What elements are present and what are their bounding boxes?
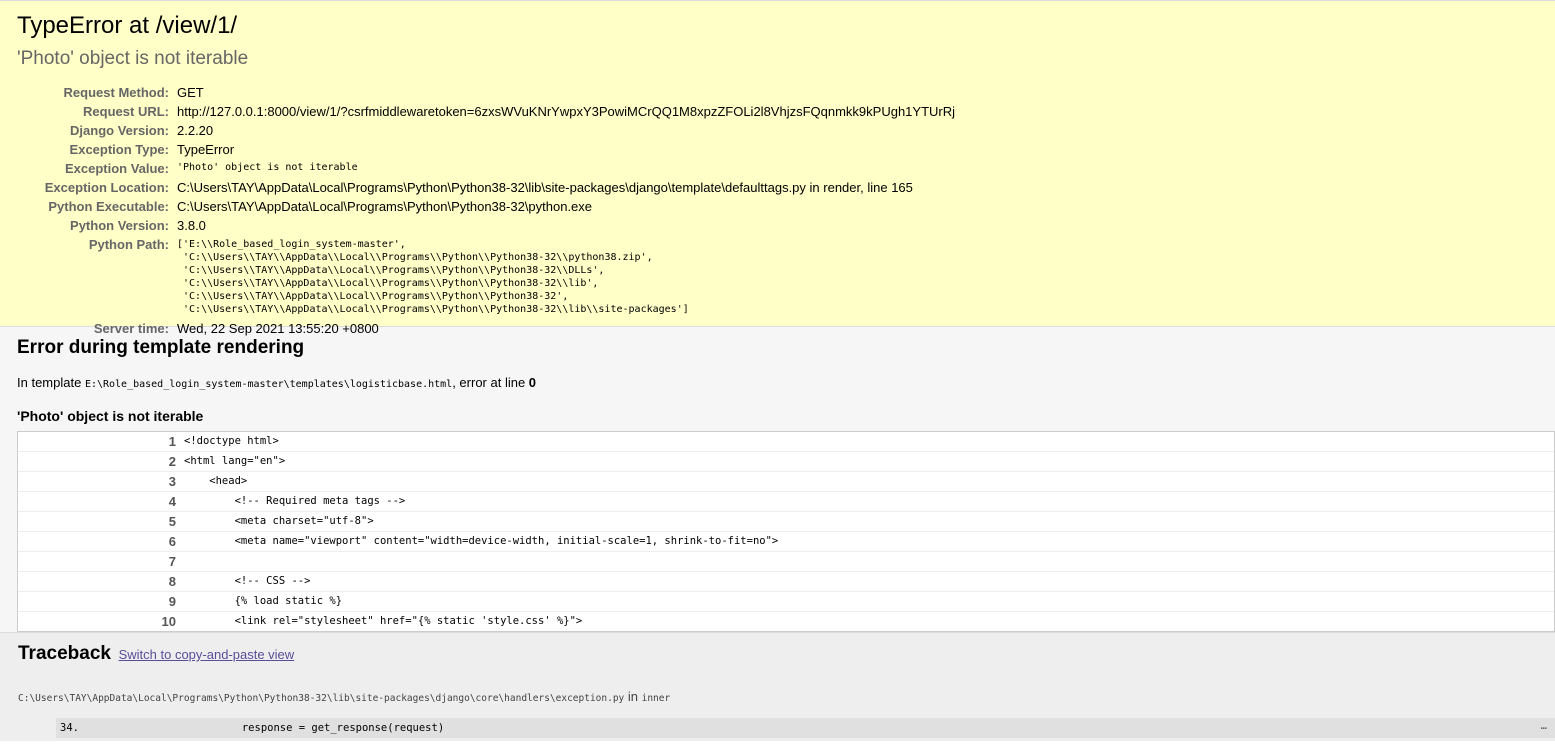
traceback-heading: Traceback xyxy=(18,643,111,664)
line-number: 5 xyxy=(168,514,176,529)
template-error-panel: Error during template rendering In templ… xyxy=(0,327,1555,633)
meta-row: Python Version: 3.8.0 xyxy=(17,216,955,235)
meta-row: Request Method: GET xyxy=(17,83,955,102)
meta-label: Exception Location: xyxy=(44,180,169,195)
source-line: 4 <!-- Required meta tags --> xyxy=(18,492,1554,512)
python-path-value: ['E:\\Role_based_login_system-master', '… xyxy=(177,239,689,315)
source-line: 6 <meta name="viewport" content="width=d… xyxy=(18,532,1554,552)
frame-file-path: C:\Users\TAY\AppData\Local\Programs\Pyth… xyxy=(18,693,625,704)
line-code: <html lang="en"> xyxy=(184,455,286,467)
meta-value: GET xyxy=(177,85,204,100)
line-number: 8 xyxy=(168,574,176,589)
line-number: 9 xyxy=(168,594,176,609)
summary-panel: TypeError at /view/1/ 'Photo' object is … xyxy=(0,0,1555,336)
meta-label: Exception Type: xyxy=(69,142,169,157)
meta-row: Exception Value: 'Photo' object is not i… xyxy=(17,159,955,178)
meta-row: Exception Type: TypeError xyxy=(17,140,955,159)
source-line: 7 xyxy=(18,552,1554,572)
line-number: 6 xyxy=(168,534,176,549)
template-error-message: 'Photo' object is not iterable xyxy=(17,408,204,424)
meta-row: Request URL: http://127.0.0.1:8000/view/… xyxy=(17,102,955,121)
line-number: 2 xyxy=(168,454,176,469)
meta-value: C:\Users\TAY\AppData\Local\Programs\Pyth… xyxy=(177,180,913,195)
source-line: 10 <link rel="stylesheet" href="{% stati… xyxy=(18,612,1554,631)
line-number: 10 xyxy=(161,614,176,629)
line-code: <!doctype html> xyxy=(184,435,279,447)
meta-row: Exception Location: C:\Users\TAY\AppData… xyxy=(17,178,955,197)
line-code: <link rel="stylesheet" href="{% static '… xyxy=(184,615,583,627)
meta-label: Python Executable: xyxy=(48,199,169,214)
meta-value: http://127.0.0.1:8000/view/1/?csrfmiddle… xyxy=(177,104,956,119)
meta-label: Python Version: xyxy=(70,218,169,233)
frame-in: in xyxy=(624,689,642,704)
line-code: {% load static %} xyxy=(184,595,343,607)
meta-label: Django Version: xyxy=(70,123,169,138)
exception-subtitle: 'Photo' object is not iterable xyxy=(17,48,249,69)
line-number: 3 xyxy=(168,474,176,489)
request-meta-table: Request Method: GET Request URL: http://… xyxy=(17,83,955,338)
template-error-intro: In template E:\Role_based_login_system-m… xyxy=(17,375,1555,393)
frame-function: inner xyxy=(641,693,671,704)
expand-context-icon[interactable]: … xyxy=(1541,720,1547,732)
frame-code: response = get_response(request) xyxy=(166,722,445,734)
meta-row: Django Version: 2.2.20 xyxy=(17,121,955,140)
template-error-heading: Error during template rendering xyxy=(17,337,305,358)
meta-label: Python Path: xyxy=(88,237,169,252)
source-line: 8 <!-- CSS --> xyxy=(18,572,1554,592)
switch-copy-paste-link[interactable]: Switch to copy-and-paste view xyxy=(119,647,295,662)
intro-prefix: In template xyxy=(17,375,85,390)
source-line: 2 <html lang="en"> xyxy=(18,452,1554,472)
line-code: <head> xyxy=(184,475,248,487)
source-line: 3 <head> xyxy=(18,472,1554,492)
intro-middle: , error at line xyxy=(452,375,529,390)
line-code: <!-- CSS --> xyxy=(184,575,311,587)
meta-value: TypeError xyxy=(177,142,235,157)
line-code: <!-- Required meta tags --> xyxy=(184,495,406,507)
meta-value: 2.2.20 xyxy=(177,123,214,138)
source-line: 5 <meta charset="utf-8"> xyxy=(18,512,1554,532)
template-source-listing: 1 <!doctype html> 2 <html lang="en"> 3 <he… xyxy=(17,431,1555,632)
line-code: <meta charset="utf-8"> xyxy=(184,515,374,527)
meta-value: 'Photo' object is not iterable xyxy=(177,162,358,173)
line-number: 4 xyxy=(168,494,176,509)
source-line: 9 {% load static %} xyxy=(18,592,1554,612)
meta-label: Request Method: xyxy=(63,85,169,100)
frame-line-number: 34. xyxy=(60,722,79,734)
meta-label: Request URL: xyxy=(83,104,169,119)
traceback-panel: Traceback Switch to copy-and-paste view … xyxy=(0,633,1555,741)
page-title: TypeError at /view/1/ xyxy=(17,12,238,39)
meta-value: 3.8.0 xyxy=(177,218,206,233)
error-line-number: 0 xyxy=(528,375,537,390)
frame-location: C:\Users\TAY\AppData\Local\Programs\Pyth… xyxy=(18,689,1555,707)
meta-label: Exception Value: xyxy=(64,161,169,176)
source-line: 1 <!doctype html> xyxy=(18,432,1554,452)
meta-row: Python Path: ['E:\\Role_based_login_syst… xyxy=(17,235,955,319)
line-number: 7 xyxy=(168,554,176,569)
frame-context-line[interactable]: 34. response = get_response(request) … xyxy=(56,718,1555,738)
meta-row: Python Executable: C:\Users\TAY\AppData\… xyxy=(17,197,955,216)
line-code: <meta name="viewport" content="width=dev… xyxy=(184,535,779,547)
meta-value: C:\Users\TAY\AppData\Local\Programs\Pyth… xyxy=(177,199,593,214)
line-number: 1 xyxy=(168,434,176,449)
template-path: E:\Role_based_login_system-master\templa… xyxy=(84,379,453,390)
